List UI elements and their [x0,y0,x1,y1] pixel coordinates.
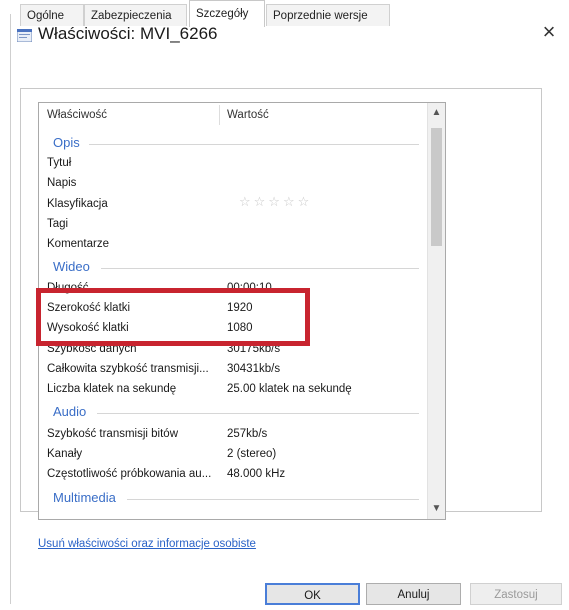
property-value: 257kb/s [227,428,268,440]
scroll-up-icon[interactable]: ▲ [428,105,445,121]
highlight-annotation-box [36,288,310,346]
rating-stars[interactable]: ☆☆☆☆☆ [239,194,312,210]
group-divider [97,413,419,414]
group-header-opis: Opis [53,135,80,150]
tab-ogolne[interactable]: Ogólne [20,4,84,26]
file-properties-icon [17,29,32,42]
remove-properties-link[interactable]: Usuń właściwości oraz informacje osobist… [38,538,256,550]
property-name: Klasyfikacja [47,198,108,210]
property-name: Szybkość transmisji bitów [47,428,179,440]
window-border [10,14,11,604]
ok-button[interactable]: OK [265,583,360,605]
property-value: 25.00 klatek na sekundę [227,383,352,395]
group-divider [89,144,419,145]
properties-dialog: Właściwości: MVI_6266 × Ogólne Zabezpiec… [0,0,569,610]
tab-poprzednie-wersje[interactable]: Poprzednie wersje [266,4,390,26]
property-name: Komentarze [47,238,110,250]
group-header-audio: Audio [53,404,87,419]
property-value: 48.000 kHz [227,468,286,480]
property-name: Kanały [47,448,83,460]
scrollbar-thumb[interactable] [431,128,442,246]
group-header-multimedia: Multimedia [53,490,116,505]
scroll-down-icon[interactable]: ▼ [428,501,445,517]
group-header-wideo: Wideo [53,259,90,274]
property-name: Napis [47,177,77,189]
property-name: Tagi [47,218,69,230]
property-name: Liczba klatek na sekundę [47,383,177,395]
cancel-button[interactable]: Anuluj [366,583,461,605]
tab-zabezpieczenia[interactable]: Zabezpieczenia [84,4,187,26]
tab-szczegoly[interactable]: Szczegóły [189,0,265,27]
group-divider [127,499,419,500]
vertical-scrollbar[interactable]: ▲ ▼ [427,103,445,519]
column-header-value[interactable]: Wartość [227,105,269,125]
window-title: Właściwości: MVI_6266 [38,24,218,43]
column-header-property[interactable]: Właściwość [47,105,107,125]
close-button[interactable]: × [535,18,563,46]
apply-button[interactable]: Zastosuj [470,583,562,605]
group-divider [101,268,419,269]
property-name: Częstotliwość próbkowania au... [47,468,212,480]
property-value: 2 (stereo) [227,448,277,460]
property-name: Tytuł [47,157,72,169]
column-divider[interactable] [219,105,220,125]
property-name: Całkowita szybkość transmisji... [47,363,209,375]
property-value: 30431kb/s [227,363,281,375]
